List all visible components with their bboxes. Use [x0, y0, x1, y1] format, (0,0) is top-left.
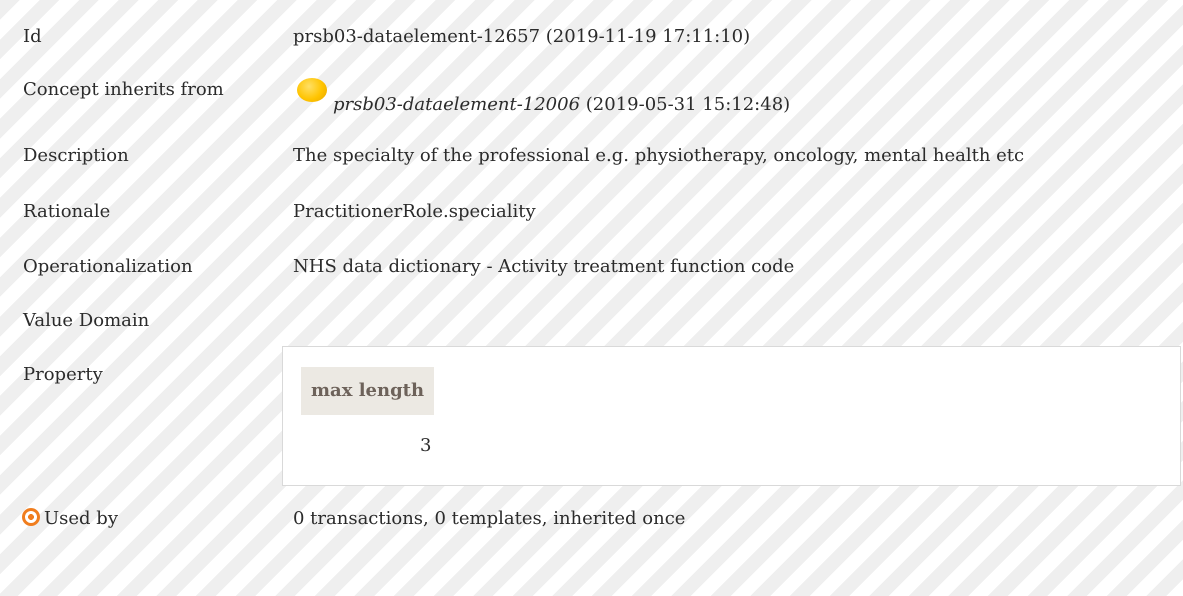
used-by-label-group[interactable]: Used by [22, 508, 118, 529]
property-label: Property [23, 364, 103, 385]
inherits-date: (2019-05-31 15:12:48) [585, 94, 791, 115]
rationale-value: PractitionerRole.speciality [293, 201, 536, 222]
description-label: Description [23, 145, 129, 166]
target-icon [22, 508, 40, 526]
id-value: prsb03-dataelement-12657 (2019-11-19 17:… [293, 26, 751, 47]
used-by-label: Used by [44, 508, 118, 529]
status-dot-icon [297, 78, 327, 102]
description-value: The specialty of the professional e.g. p… [293, 145, 1025, 166]
property-header-max-length: max length [301, 367, 435, 415]
operationalization-label: Operationalization [23, 256, 193, 277]
value-domain-label: Value Domain [23, 310, 150, 331]
property-table: max length 3 [282, 346, 1181, 486]
id-label: Id [23, 26, 42, 47]
inherits-link[interactable]: prsb03-dataelement-12006 [333, 94, 580, 115]
operationalization-value: NHS data dictionary - Activity treatment… [293, 256, 795, 277]
used-by-value: 0 transactions, 0 templates, inherited o… [293, 508, 686, 529]
inherits-label: Concept inherits from [23, 79, 224, 100]
inherits-value: prsb03-dataelement-12006 (2019-05-31 15:… [296, 78, 791, 115]
property-value-max-length: 3 [420, 435, 432, 456]
rationale-label: Rationale [23, 201, 111, 222]
